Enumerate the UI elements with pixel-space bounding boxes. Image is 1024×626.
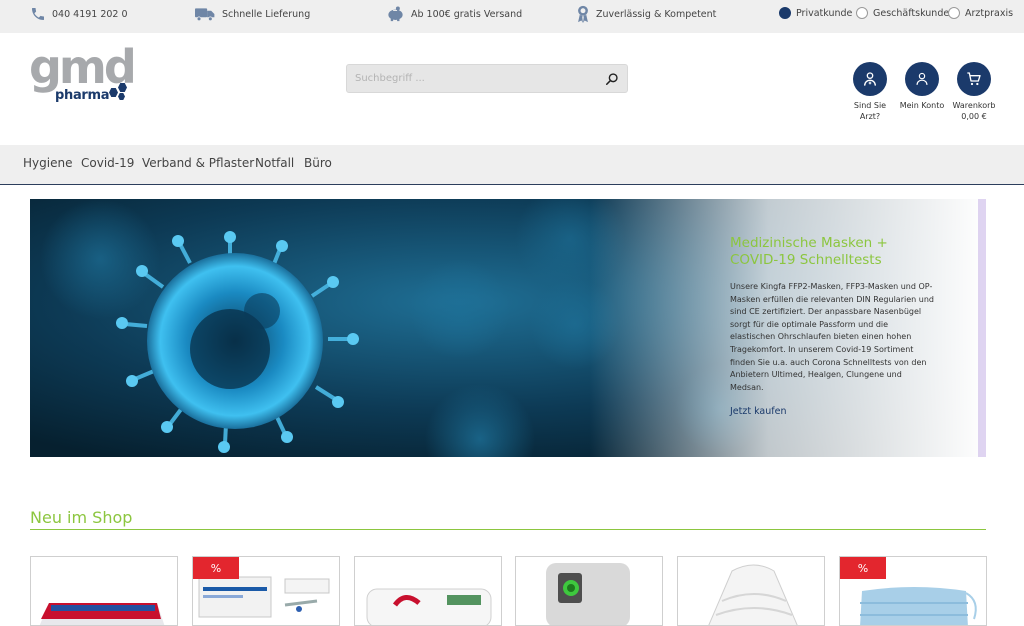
hero-title: Medizinische Masken + COVID-19 Schnellte… bbox=[730, 235, 935, 269]
radio-dot-selected[interactable] bbox=[779, 7, 791, 19]
radio-dot[interactable] bbox=[856, 7, 868, 19]
cart-total: 0,00 € bbox=[961, 112, 987, 121]
phone-icon bbox=[30, 6, 46, 22]
cart-button[interactable]: Warenkorb 0,00 € bbox=[944, 62, 1004, 122]
delivery-text: Schnelle Lieferung bbox=[222, 8, 311, 20]
product-card[interactable] bbox=[677, 556, 825, 626]
radio-privatkunde[interactable]: Privatkunde bbox=[779, 7, 852, 19]
logo-sub: pharma bbox=[55, 88, 110, 103]
product-image bbox=[366, 588, 492, 625]
logo-main: gmd bbox=[29, 40, 137, 94]
piggy-bank-icon bbox=[386, 6, 405, 22]
shop-now-link[interactable]: Jetzt kaufen bbox=[730, 406, 787, 417]
hero-title-line-1: Medizinische Masken + bbox=[730, 235, 888, 251]
hero-title-line-2: COVID-19 Schnelltests bbox=[730, 252, 882, 268]
search-button[interactable] bbox=[597, 65, 627, 92]
hero-text-panel: Medizinische Masken + COVID-19 Schnellte… bbox=[730, 235, 935, 418]
product-image bbox=[39, 603, 165, 625]
product-card[interactable]: % bbox=[839, 556, 987, 626]
shipping-info: Ab 100€ gratis Versand bbox=[386, 0, 522, 28]
sale-badge: % bbox=[193, 557, 239, 579]
quality-text: Zuverlässig & Kompetent bbox=[596, 8, 717, 20]
radio-label: Arztpraxis bbox=[965, 7, 1014, 19]
section-divider bbox=[30, 529, 986, 530]
nav-item-hygiene[interactable]: Hygiene bbox=[23, 156, 72, 170]
search-bar bbox=[346, 64, 628, 93]
section-title-new-in-shop: Neu im Shop bbox=[30, 508, 133, 527]
shipping-text: Ab 100€ gratis Versand bbox=[411, 8, 523, 20]
phone-number: 040 4191 202 0 bbox=[52, 8, 128, 20]
product-card[interactable] bbox=[515, 556, 663, 626]
cart-icon bbox=[957, 62, 991, 96]
doctor-icon bbox=[853, 62, 887, 96]
truck-icon bbox=[195, 6, 216, 22]
product-card[interactable] bbox=[30, 556, 178, 626]
phone-info[interactable]: 040 4191 202 0 bbox=[30, 0, 128, 28]
doctor-label-1: Sind Sie bbox=[853, 101, 887, 110]
radio-arztpraxis[interactable]: Arztpraxis bbox=[948, 7, 1013, 19]
top-info-bar: 040 4191 202 0 Schnelle Lieferung Ab 100… bbox=[0, 0, 1024, 33]
cart-label: Warenkorb bbox=[952, 101, 996, 110]
delivery-info: Schnelle Lieferung bbox=[195, 0, 310, 28]
radio-label: Privatkunde bbox=[796, 7, 853, 19]
doctor-label-2: Arzt? bbox=[859, 112, 881, 121]
account-button[interactable]: Mein Konto bbox=[892, 62, 952, 111]
nav-item-covid-19[interactable]: Covid-19 bbox=[81, 156, 134, 170]
search-input[interactable] bbox=[347, 65, 597, 92]
product-card[interactable]: % bbox=[192, 556, 340, 626]
award-icon bbox=[576, 5, 590, 23]
product-image bbox=[546, 563, 630, 625]
product-image bbox=[708, 564, 798, 625]
logo-hex bbox=[118, 93, 125, 100]
account-label: Mein Konto bbox=[899, 101, 945, 110]
search-icon bbox=[605, 72, 618, 85]
quality-info: Zuverlässig & Kompetent bbox=[576, 0, 716, 28]
nav-item-notfall[interactable]: Notfall bbox=[255, 156, 294, 170]
nav-item-buero[interactable]: Büro bbox=[304, 156, 332, 170]
user-icon bbox=[905, 62, 939, 96]
site-header: gmd pharma Sind Sie Arzt? Mein Konto War… bbox=[0, 33, 1024, 145]
radio-dot[interactable] bbox=[948, 7, 960, 19]
hero-description: Unsere Kingfa FFP2-Masken, FFP3-Masken u… bbox=[730, 282, 934, 392]
hero-banner[interactable]: Medizinische Masken + COVID-19 Schnellte… bbox=[30, 199, 986, 457]
nav-item-verband-pflaster[interactable]: Verband & Pflaster bbox=[142, 156, 254, 170]
radio-label: Geschäftskunde bbox=[873, 7, 950, 19]
doctor-button[interactable]: Sind Sie Arzt? bbox=[840, 62, 900, 122]
radio-geschaeftskunde[interactable]: Geschäftskunde bbox=[856, 7, 949, 19]
sale-badge: % bbox=[840, 557, 886, 579]
logo[interactable]: gmd pharma bbox=[29, 40, 137, 108]
main-navigation: Hygiene Covid-19 Verband & Pflaster Notf… bbox=[0, 145, 1024, 185]
product-card[interactable] bbox=[354, 556, 502, 626]
